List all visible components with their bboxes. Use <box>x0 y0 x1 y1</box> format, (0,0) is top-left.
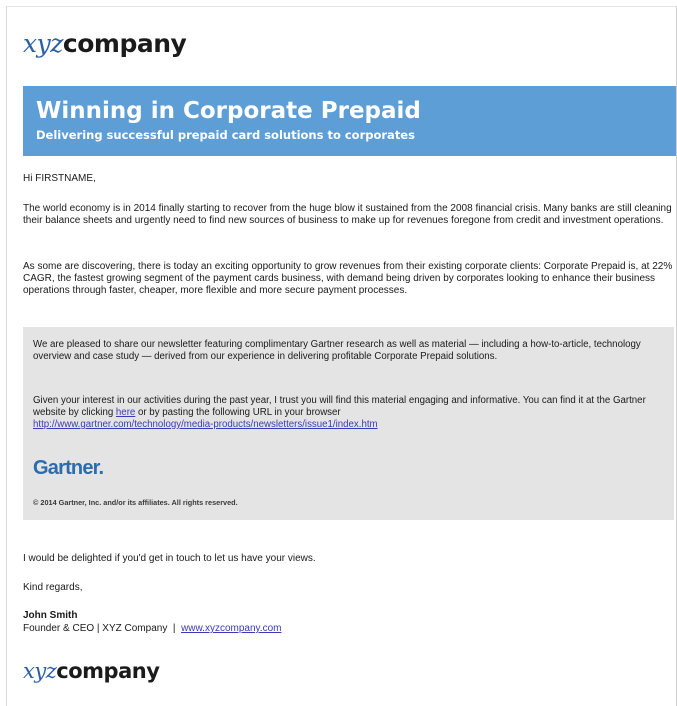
banner-title: Winning in Corporate Prepaid <box>36 98 421 124</box>
kind-regards: Kind regards, <box>23 582 83 593</box>
greeting: Hi FIRSTNAME, <box>23 173 96 184</box>
header-banner: Winning in Corporate Prepaid Delivering … <box>23 86 676 156</box>
footer-logo-xyz-text: xyz <box>23 659 57 683</box>
xyzcompany-logo: xyzcompany <box>23 29 187 58</box>
gartner-copyright: © 2014 Gartner, Inc. and/or its affiliat… <box>33 498 238 507</box>
website-link[interactable]: www.xyzcompany.com <box>181 623 281 634</box>
newsletter-paragraph-2: Given your interest in our activities du… <box>33 395 663 431</box>
signature-line: Founder & CEO | XYZ Company | www.xyzcom… <box>23 623 281 635</box>
here-link[interactable]: here <box>116 407 135 418</box>
gartner-logo: Gartner. <box>33 457 104 479</box>
footer-xyzcompany-logo: xyzcompany <box>23 659 160 683</box>
signature-separator: | <box>172 623 176 634</box>
intro-paragraph-1: The world economy is in 2014 finally sta… <box>23 203 672 226</box>
newsletter-paragraph-1: We are pleased to share our newsletter f… <box>33 339 641 362</box>
intro-paragraph-2: As some are discovering, there is today … <box>23 261 673 296</box>
newsletter-text-after-link: or by pasting the following URL in your … <box>135 407 341 418</box>
footer-logo-company-text: company <box>56 659 160 683</box>
banner-subtitle: Delivering successful prepaid card solut… <box>36 128 415 142</box>
newsletter-box: We are pleased to share our newsletter f… <box>23 327 674 520</box>
logo-company-text: company <box>62 29 187 58</box>
closing-line: I would be delighted if you'd get in tou… <box>23 553 316 564</box>
logo-xyz-text: xyz <box>23 29 63 58</box>
gartner-newsletter-url-link[interactable]: http://www.gartner.com/technology/media-… <box>33 419 378 430</box>
signature-title: Founder & CEO | XYZ Company <box>23 623 168 634</box>
signature-name: John Smith <box>23 610 78 621</box>
email-page: xyzcompany Winning in Corporate Prepaid … <box>6 6 677 706</box>
